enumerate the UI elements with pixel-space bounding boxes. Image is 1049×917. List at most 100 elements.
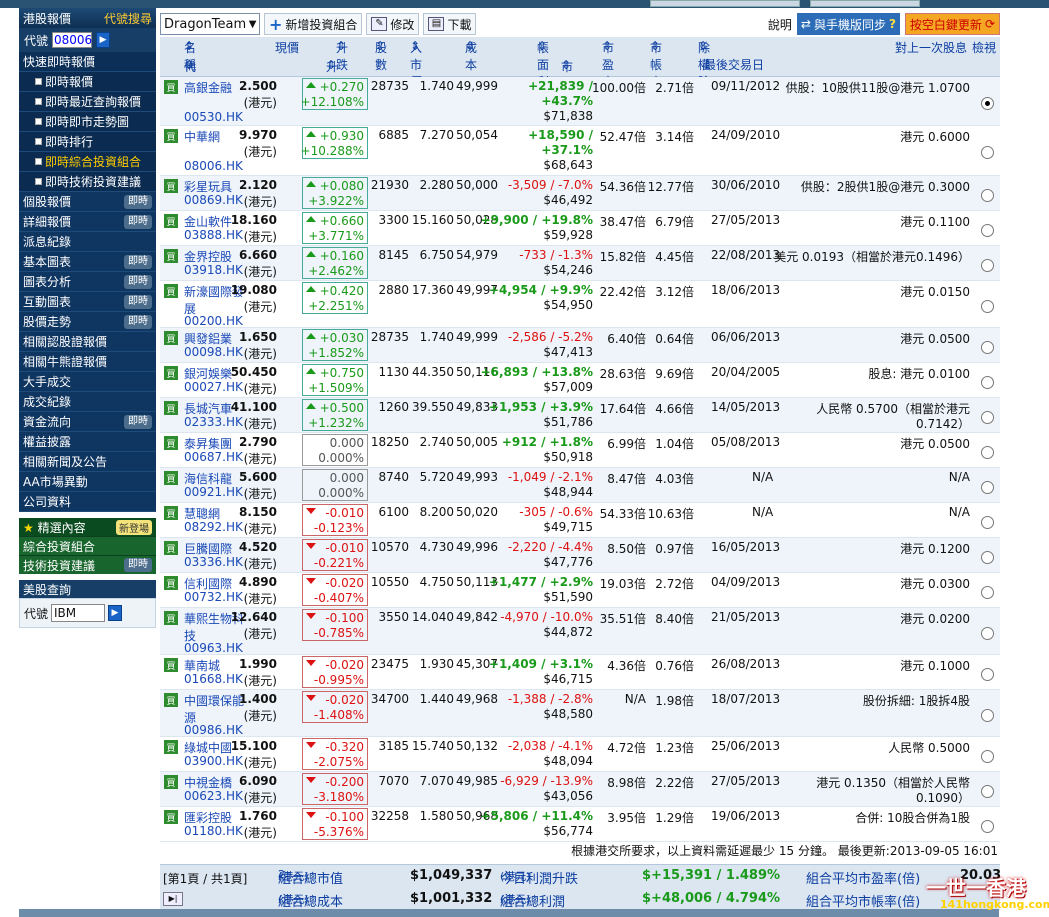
buy-icon[interactable]: 買 (164, 129, 178, 143)
sidebar-subitem[interactable]: 即時排行 (19, 132, 156, 152)
view-radio[interactable] (981, 551, 994, 564)
buy-icon[interactable]: 買 (164, 284, 178, 298)
stock-name[interactable]: 高銀金融 (184, 79, 246, 96)
view-radio[interactable] (981, 97, 994, 110)
sidebar-green-item[interactable]: 綜合投資組合 (19, 536, 156, 555)
buy-icon[interactable]: 買 (164, 80, 178, 94)
col-code[interactable]: 代號⇕ (184, 58, 196, 91)
col-book-pl[interactable]: 帳面利潤/⇕ (537, 39, 553, 106)
buy-icon[interactable]: 買 (164, 249, 178, 263)
buy-icon[interactable]: 買 (164, 775, 178, 789)
col-shares[interactable]: 股數 ⇕ (375, 39, 387, 72)
stock-code[interactable]: 00098.HK (184, 345, 243, 359)
view-radio[interactable] (981, 224, 994, 237)
sidebar-subitem[interactable]: 即時技術投資建議 (19, 172, 156, 192)
sidebar-subitem[interactable]: 即時綜合投資組合 (19, 152, 156, 172)
mobile-sync-button[interactable]: ⇄ 與手機版同步 ? (796, 13, 900, 35)
buy-icon[interactable]: 買 (164, 179, 178, 193)
stock-name[interactable]: 中華網 (184, 128, 246, 145)
browser-tab[interactable] (810, 0, 920, 7)
stock-code[interactable]: 01668.HK (184, 672, 243, 686)
view-radio[interactable] (981, 341, 994, 354)
code-input[interactable]: 08006 (52, 32, 92, 48)
buy-icon[interactable]: 買 (164, 471, 178, 485)
stock-code[interactable]: 00687.HK (184, 450, 243, 464)
buy-icon[interactable]: 買 (164, 611, 178, 625)
help-link[interactable]: 說明 (768, 16, 792, 33)
view-radio[interactable] (981, 446, 994, 459)
view-radio[interactable] (981, 481, 994, 494)
stock-code[interactable]: 00027.HK (184, 380, 243, 394)
edit-button[interactable]: ✎ 修改 (366, 13, 420, 35)
sidebar-item[interactable]: 基本圖表 即時 (19, 252, 156, 272)
stock-name[interactable]: 中國環保能源 (184, 692, 246, 726)
view-radio[interactable] (981, 820, 994, 833)
stock-code[interactable]: 00530.HK (184, 110, 243, 124)
new-portfolio-button[interactable]: + 新增投資組合 (264, 13, 363, 35)
sidebar-item[interactable]: 權益披露 (19, 432, 156, 452)
us-go-arrow-icon[interactable]: ▶ (108, 605, 123, 621)
col-market-value[interactable]: 市值⇕ (561, 58, 573, 91)
sidebar-item[interactable]: 個股報價 即時 (19, 192, 156, 212)
buy-icon[interactable]: 買 (164, 214, 178, 228)
sidebar-item[interactable]: 相關牛熊證報價 (19, 352, 156, 372)
view-radio[interactable] (981, 627, 994, 640)
view-radio[interactable] (981, 189, 994, 202)
sidebar-subitem[interactable]: 即時最近查詢報價 (19, 92, 156, 112)
stock-code[interactable]: 03900.HK (184, 754, 243, 768)
sidebar-subitem[interactable]: 即時即市走勢圖 (19, 112, 156, 132)
stock-code[interactable]: 02333.HK (184, 415, 243, 429)
sidebar-item[interactable]: 大手成交 (19, 372, 156, 392)
stock-code[interactable]: 00986.HK (184, 723, 243, 737)
stock-code[interactable]: 00623.HK (184, 789, 243, 803)
view-radio[interactable] (981, 146, 994, 159)
buy-icon[interactable]: 買 (164, 810, 178, 824)
sidebar-item[interactable]: 成交紀錄 (19, 392, 156, 412)
buy-icon[interactable]: 買 (164, 541, 178, 555)
stock-code[interactable]: 08292.HK (184, 520, 243, 534)
browser-tab[interactable] (650, 0, 800, 7)
view-radio[interactable] (981, 411, 994, 424)
sidebar-item[interactable]: 公司資料 (19, 492, 156, 512)
sidebar-section[interactable]: 快速即時報價 (19, 52, 156, 72)
stock-code[interactable]: 00963.HK (184, 641, 243, 655)
view-radio[interactable] (981, 668, 994, 681)
buy-icon[interactable]: 買 (164, 693, 178, 707)
view-radio[interactable] (981, 300, 994, 313)
stock-code[interactable]: 00921.HK (184, 485, 243, 499)
stock-code[interactable]: 00732.HK (184, 590, 243, 604)
stock-code[interactable]: 03918.HK (184, 263, 243, 277)
stock-code[interactable]: 03888.HK (184, 228, 243, 242)
buy-icon[interactable]: 買 (164, 506, 178, 520)
buy-icon[interactable]: 買 (164, 436, 178, 450)
stock-code[interactable]: 00869.HK (184, 193, 243, 207)
col-pe[interactable]: 市盈率⇕ (602, 39, 614, 89)
sidebar-item[interactable]: 圖表分析 即時 (19, 272, 156, 292)
refresh-button[interactable]: 按空白鍵更新 ⟳ (904, 13, 1000, 35)
sidebar-item[interactable]: AA市場異動 (19, 472, 156, 492)
us-code-input[interactable]: IBM (51, 604, 106, 622)
col-ex-date[interactable]: 除權除息日/⇕ (698, 39, 714, 123)
col-change[interactable]: 升跌 ⇕ (336, 39, 348, 72)
stock-code[interactable]: 01180.HK (184, 824, 243, 838)
stock-code[interactable]: 08006.HK (184, 159, 243, 173)
view-radio[interactable] (981, 376, 994, 389)
view-radio[interactable] (981, 750, 994, 763)
col-change-pct[interactable]: 升跌%⇕ (326, 58, 349, 91)
col-buy-price[interactable]: 入市價⇕ (410, 39, 422, 89)
sidebar-item[interactable]: 派息紀錄 (19, 232, 156, 252)
view-radio[interactable] (981, 709, 994, 722)
view-radio[interactable] (981, 516, 994, 529)
download-button[interactable]: ▤ 下載 (423, 13, 477, 35)
col-cost[interactable]: 成本 ⇕ (465, 39, 477, 72)
sidebar-green-item[interactable]: 技術投資建議 即時 (19, 555, 156, 574)
sidebar-item[interactable]: 互動圖表 即時 (19, 292, 156, 312)
col-pb[interactable]: 市帳率⇕ (650, 39, 662, 89)
sidebar-subitem[interactable]: 即時報價 (19, 72, 156, 92)
buy-icon[interactable]: 買 (164, 331, 178, 345)
buy-icon[interactable]: 買 (164, 740, 178, 754)
buy-icon[interactable]: 買 (164, 658, 178, 672)
sidebar-item[interactable]: 詳細報價 即時 (19, 212, 156, 232)
view-radio[interactable] (981, 785, 994, 798)
last-page-icon[interactable]: ▶| (163, 892, 183, 906)
